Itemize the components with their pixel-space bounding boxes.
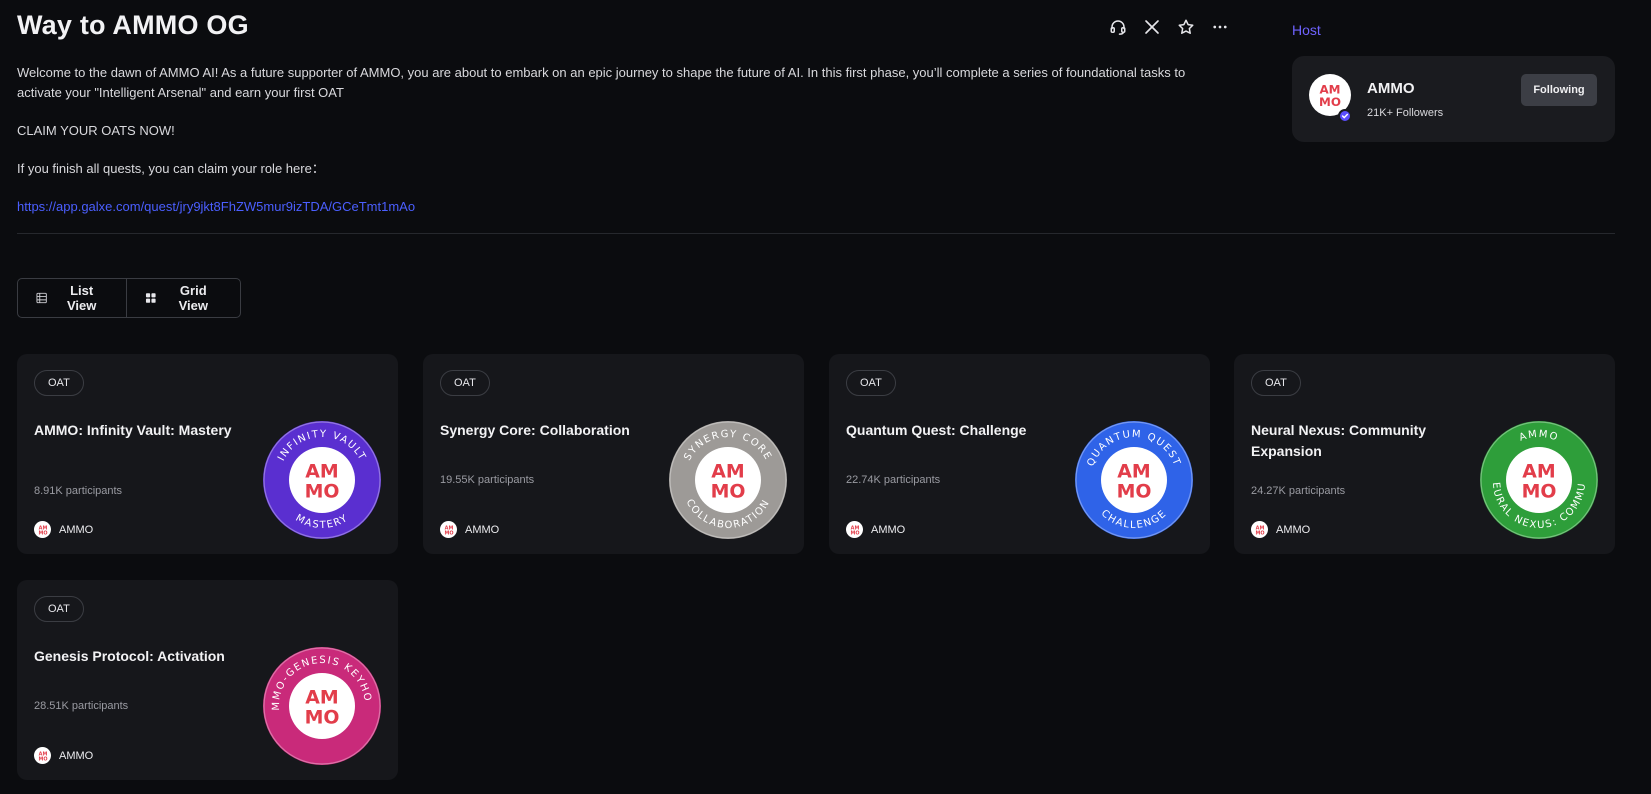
- claim-text: CLAIM YOUR OATS NOW!: [17, 123, 175, 138]
- divider: [17, 233, 1615, 234]
- oat-badge: OAT: [34, 370, 84, 396]
- quest-card[interactable]: OAT Quantum Quest: Challenge 22.74K part…: [829, 354, 1210, 554]
- quest-organizer[interactable]: AM MO AMMO: [34, 521, 93, 538]
- svg-text:AM: AM: [1117, 460, 1150, 482]
- grid-view-button[interactable]: Grid View: [126, 278, 241, 318]
- participants-count: 22.74K participants: [846, 474, 941, 486]
- more-icon[interactable]: [1209, 16, 1231, 38]
- ammo-logo-icon: AM MO: [1255, 525, 1264, 536]
- svg-text:MO: MO: [1522, 481, 1557, 503]
- svg-text:MO: MO: [305, 707, 340, 729]
- svg-text:AM: AM: [711, 460, 744, 482]
- oat-badge-image: SYNERGY CORE COLLABORATION AM MO: [669, 421, 787, 539]
- list-view-label: List View: [66, 283, 97, 313]
- view-toggle: List View Grid View: [17, 278, 241, 318]
- oat-badge: OAT: [1251, 370, 1301, 396]
- star-icon[interactable]: [1175, 16, 1197, 38]
- oat-badge-image: AMMO NEURAL NEXUS: COMMUN AM MO: [1479, 420, 1598, 539]
- header-actions: [1107, 16, 1231, 38]
- ammo-logo-icon: AM MO: [305, 686, 340, 728]
- org-name: AMMO: [871, 523, 906, 536]
- oat-badge: OAT: [846, 370, 896, 396]
- quest-organizer[interactable]: AM MO AMMO: [1251, 521, 1310, 538]
- host-label: Host: [1292, 22, 1321, 38]
- quest-card[interactable]: OAT Neural Nexus: Community Expansion 24…: [1234, 354, 1615, 554]
- host-followers: 21K+ Followers: [1367, 107, 1444, 119]
- ammo-logo-icon: AM MO: [38, 525, 47, 536]
- following-button[interactable]: Following: [1521, 74, 1597, 106]
- svg-text:AM: AM: [305, 460, 338, 482]
- org-avatar: AM MO: [1251, 521, 1268, 538]
- quest-title: Quantum Quest: Challenge: [846, 422, 1027, 438]
- description-line-1: Welcome to the dawn of AMMO AI! As a fut…: [17, 65, 1186, 80]
- participants-count: 8.91K participants: [34, 485, 123, 497]
- svg-text:MO: MO: [850, 530, 859, 536]
- org-name: AMMO: [1276, 523, 1311, 536]
- ammo-logo-icon: AM MO: [1117, 460, 1152, 502]
- org-avatar: AM MO: [34, 521, 51, 538]
- participants-count: 28.51K participants: [34, 700, 129, 712]
- org-avatar: AM MO: [440, 521, 457, 538]
- ammo-logo-icon: AM MO: [850, 525, 859, 536]
- ammo-logo-icon: AM MO: [711, 460, 746, 502]
- host-card: AM MO AMMO 21K+ Followers Following: [1292, 56, 1615, 142]
- svg-text:MO: MO: [1255, 530, 1264, 536]
- ammo-logo-icon: AM MO: [1319, 82, 1341, 109]
- svg-text:AM: AM: [305, 686, 338, 708]
- ammo-logo-icon: AM MO: [305, 460, 340, 502]
- quest-title: Synergy Core: Collaboration: [440, 422, 630, 438]
- org-name: AMMO: [465, 523, 500, 536]
- page: Way to AMMO OG Welcome to the dawn of AM…: [0, 0, 1651, 794]
- ammo-logo-icon: AM MO: [1522, 460, 1557, 502]
- list-view-icon: [36, 292, 47, 304]
- grid-view-label: Grid View: [178, 283, 208, 313]
- x-twitter-icon[interactable]: [1141, 16, 1163, 38]
- verified-icon: [1338, 109, 1352, 123]
- svg-text:MO: MO: [444, 530, 453, 536]
- svg-text:AM: AM: [1522, 460, 1555, 482]
- org-avatar: AM MO: [846, 521, 863, 538]
- list-view-button[interactable]: List View: [17, 278, 127, 318]
- ammo-logo-icon: AM MO: [38, 751, 47, 762]
- quest-title: Genesis Protocol: Activation: [34, 648, 225, 664]
- quest-description: Welcome to the dawn of AMMO AI! As a fut…: [17, 63, 1217, 217]
- org-name: AMMO: [59, 523, 94, 536]
- org-name: AMMO: [59, 749, 94, 762]
- description-line-2: activate your "Intelligent Arsenal" and …: [17, 85, 344, 100]
- oat-badge: OAT: [34, 596, 84, 622]
- role-link[interactable]: https://app.galxe.com/quest/jry9jkt8FhZW…: [17, 197, 415, 217]
- quest-card[interactable]: OAT Synergy Core: Collaboration 19.55K p…: [423, 354, 804, 554]
- host-name[interactable]: AMMO: [1367, 80, 1415, 97]
- oat-badge-image: AMMO-GENESIS KEYHOLD AM MO: [262, 646, 381, 765]
- quest-card[interactable]: OAT AMMO: Infinity Vault: Mastery 8.91K …: [17, 354, 398, 554]
- grid-view-icon: [145, 293, 156, 303]
- quest-organizer[interactable]: AM MO AMMO: [846, 521, 905, 538]
- svg-text:MO: MO: [38, 530, 47, 536]
- role-text: If you finish all quests, you can claim …: [17, 161, 325, 176]
- svg-text:MO: MO: [1117, 481, 1152, 503]
- oat-badge: OAT: [440, 370, 490, 396]
- quest-organizer[interactable]: AM MO AMMO: [34, 747, 93, 764]
- svg-text:AM: AM: [1319, 82, 1340, 96]
- svg-text:MO: MO: [38, 756, 47, 762]
- page-title: Way to AMMO OG: [17, 10, 249, 40]
- headset-icon[interactable]: [1107, 16, 1129, 38]
- participants-count: 19.55K participants: [440, 474, 535, 486]
- quest-organizer[interactable]: AM MO AMMO: [440, 521, 499, 538]
- org-avatar: AM MO: [34, 747, 51, 764]
- svg-text:MO: MO: [711, 481, 746, 503]
- oat-badge-image: INFINITY VAULT MASTERY AM MO: [263, 421, 381, 539]
- svg-text:MO: MO: [1319, 95, 1341, 109]
- quest-title: Neural Nexus: Community Expansion: [1251, 422, 1427, 459]
- oat-badge-image: QUANTUM QUEST CHALLENGE AM MO: [1075, 421, 1193, 539]
- quest-title: AMMO: Infinity Vault: Mastery: [34, 422, 232, 438]
- participants-count: 24.27K participants: [1251, 485, 1346, 497]
- svg-text:MO: MO: [305, 481, 340, 503]
- description-paragraph: Welcome to the dawn of AMMO AI! As a fut…: [17, 63, 1217, 103]
- ammo-logo-icon: AM MO: [444, 525, 453, 536]
- quest-card[interactable]: OAT Genesis Protocol: Activation 28.51K …: [17, 580, 398, 780]
